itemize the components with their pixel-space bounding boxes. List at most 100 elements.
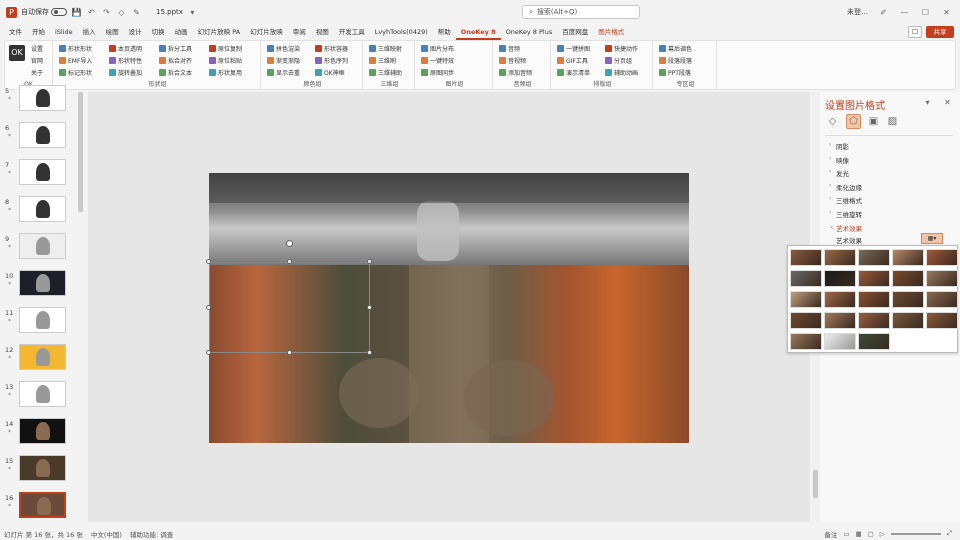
logo-button[interactable]: OK xyxy=(9,45,25,63)
tab[interactable]: 帮助 xyxy=(433,24,456,40)
ribbon-item[interactable]: 三维辅助 xyxy=(369,68,402,77)
art-effect-option[interactable] xyxy=(824,270,856,287)
art-effect-option[interactable] xyxy=(858,291,890,308)
ribbon-item[interactable]: 一键拼图 xyxy=(557,44,590,53)
size-icon[interactable]: ▣ xyxy=(868,116,879,127)
chevron-icon[interactable]: › xyxy=(829,195,831,202)
ribbon-item[interactable]: 辅助动画 xyxy=(605,68,638,77)
ribbon-item[interactable]: 演示清单 xyxy=(557,68,590,77)
account-label[interactable]: 未登… xyxy=(847,7,868,17)
chevron-icon[interactable]: › xyxy=(829,182,831,189)
ribbon-item[interactable]: 拆分工具 xyxy=(159,44,192,53)
ribbon-item[interactable]: 幕后调色 xyxy=(659,44,692,53)
ribbon-item[interactable]: 本页透明 xyxy=(109,44,142,53)
search-box[interactable]: ⌕ 搜索(Alt+Q) xyxy=(522,5,640,19)
ribbon-item[interactable]: 形状形状 xyxy=(59,44,92,53)
pane-section[interactable]: 三维格式 xyxy=(836,195,862,205)
comment-icon[interactable]: ☐ xyxy=(908,26,922,38)
art-effect-option[interactable] xyxy=(892,249,924,266)
ribbon-item[interactable]: 一键特效 xyxy=(421,56,454,65)
pane-section[interactable]: 映像 xyxy=(836,155,849,165)
art-effect-option[interactable] xyxy=(824,312,856,329)
tab[interactable]: 绘图 xyxy=(101,24,124,40)
pen-icon[interactable]: ✐ xyxy=(878,7,889,18)
picture-icon[interactable]: ▨ xyxy=(887,116,898,127)
accessibility[interactable]: 辅助功能: 调查 xyxy=(130,529,173,539)
slide-thumbnail[interactable] xyxy=(19,492,66,518)
art-effect-option[interactable] xyxy=(858,333,890,350)
tab[interactable]: 图片格式 xyxy=(593,24,629,40)
art-effect-option[interactable] xyxy=(892,312,924,329)
language[interactable]: 中文(中国) xyxy=(91,529,122,539)
pane-close-icon[interactable]: ✕ xyxy=(942,97,953,108)
slide-thumbnail[interactable] xyxy=(19,270,66,296)
normal-view-icon[interactable]: ▭ xyxy=(843,530,849,538)
art-effect-option[interactable] xyxy=(858,249,890,266)
close-icon[interactable]: ✕ xyxy=(941,7,952,18)
art-effect-option[interactable] xyxy=(858,312,890,329)
pane-section[interactable]: 三维旋转 xyxy=(836,209,862,219)
tab[interactable]: 视图 xyxy=(311,24,334,40)
resize-handle[interactable] xyxy=(367,350,372,355)
tab[interactable]: 插入 xyxy=(78,24,101,40)
ribbon-item[interactable]: 形色序列 xyxy=(315,56,348,65)
ribbon-item[interactable]: GIF工具 xyxy=(557,56,588,65)
art-effect-option[interactable] xyxy=(892,291,924,308)
chevron-icon[interactable]: › xyxy=(829,168,831,175)
ribbon-item[interactable]: 原位复制 xyxy=(209,44,242,53)
ribbon-item[interactable]: 音频 xyxy=(499,44,520,53)
chevron-icon[interactable]: › xyxy=(829,209,831,216)
ribbon-item[interactable]: 形状复用 xyxy=(209,68,242,77)
ribbon-item[interactable]: 拆合文本 xyxy=(159,68,192,77)
slide-thumbnail[interactable] xyxy=(19,85,66,111)
slide-thumbnail[interactable] xyxy=(19,418,66,444)
art-effect-option[interactable] xyxy=(926,249,958,266)
ribbon-item[interactable]: 渐变渐隐 xyxy=(267,56,300,65)
resize-handle[interactable] xyxy=(206,305,211,310)
art-effect-option[interactable] xyxy=(824,249,856,266)
tab[interactable]: 设计 xyxy=(124,24,147,40)
reading-view-icon[interactable]: ▢ xyxy=(868,530,874,538)
tab[interactable]: 幻灯片放映 PA xyxy=(193,24,246,40)
ribbon-item[interactable]: 三维刷 xyxy=(369,56,396,65)
slideshow-icon[interactable]: ▷ xyxy=(880,530,885,538)
selection-box[interactable] xyxy=(209,262,370,353)
toggle-switch[interactable] xyxy=(51,8,67,16)
ribbon-item[interactable]: 分页组 xyxy=(605,56,632,65)
art-effect-option[interactable] xyxy=(926,291,958,308)
ribbon-item[interactable]: 拟合对齐 xyxy=(159,56,192,65)
slide-thumbnail[interactable] xyxy=(19,344,66,370)
ribbon-item[interactable]: EMF导入 xyxy=(59,56,92,65)
ribbon-item[interactable]: 显示去重 xyxy=(267,68,300,77)
autosave-toggle[interactable]: 自动保存 xyxy=(21,7,67,17)
fit-icon[interactable]: ⤢ xyxy=(947,529,952,538)
chevron-icon[interactable]: › xyxy=(829,155,831,162)
sorter-view-icon[interactable]: ▦ xyxy=(855,530,861,538)
art-effect-option[interactable] xyxy=(790,291,822,308)
ribbon-item[interactable]: 形状容器 xyxy=(315,44,348,53)
tab[interactable]: 审阅 xyxy=(288,24,311,40)
ribbon-item[interactable]: 形状特性 xyxy=(109,56,142,65)
about-item[interactable]: 关于 xyxy=(31,68,43,77)
tab[interactable]: OneKey 8 Plus xyxy=(501,24,558,40)
tab[interactable]: 百度网盘 xyxy=(557,24,593,40)
resize-handle[interactable] xyxy=(206,259,211,264)
art-effect-option[interactable] xyxy=(892,270,924,287)
rotate-handle[interactable] xyxy=(286,240,293,247)
chevron-icon[interactable]: ⌄ xyxy=(829,223,834,230)
chevron-icon[interactable]: › xyxy=(829,141,831,148)
tab[interactable]: OneKey 8 xyxy=(455,24,501,40)
ribbon-item[interactable]: 快捷动作 xyxy=(605,44,638,53)
tab[interactable]: 开发工具 xyxy=(334,24,370,40)
ribbon-item[interactable]: 旋转叠加 xyxy=(109,68,142,77)
slide-thumbnail[interactable] xyxy=(19,122,66,148)
ribbon-item[interactable]: PPT段落 xyxy=(659,68,691,77)
art-effect-option[interactable] xyxy=(926,312,958,329)
slide-thumbnail[interactable] xyxy=(19,233,66,259)
settings-item[interactable]: 设置 xyxy=(31,44,43,53)
more-icon[interactable]: ▾ xyxy=(187,7,198,18)
pane-options-icon[interactable]: ▾ xyxy=(922,97,933,108)
slide-thumbnail[interactable] xyxy=(19,307,66,333)
notes-button[interactable]: 备注 xyxy=(824,529,837,539)
art-effects-dropdown[interactable]: ▦▾ xyxy=(921,233,943,244)
